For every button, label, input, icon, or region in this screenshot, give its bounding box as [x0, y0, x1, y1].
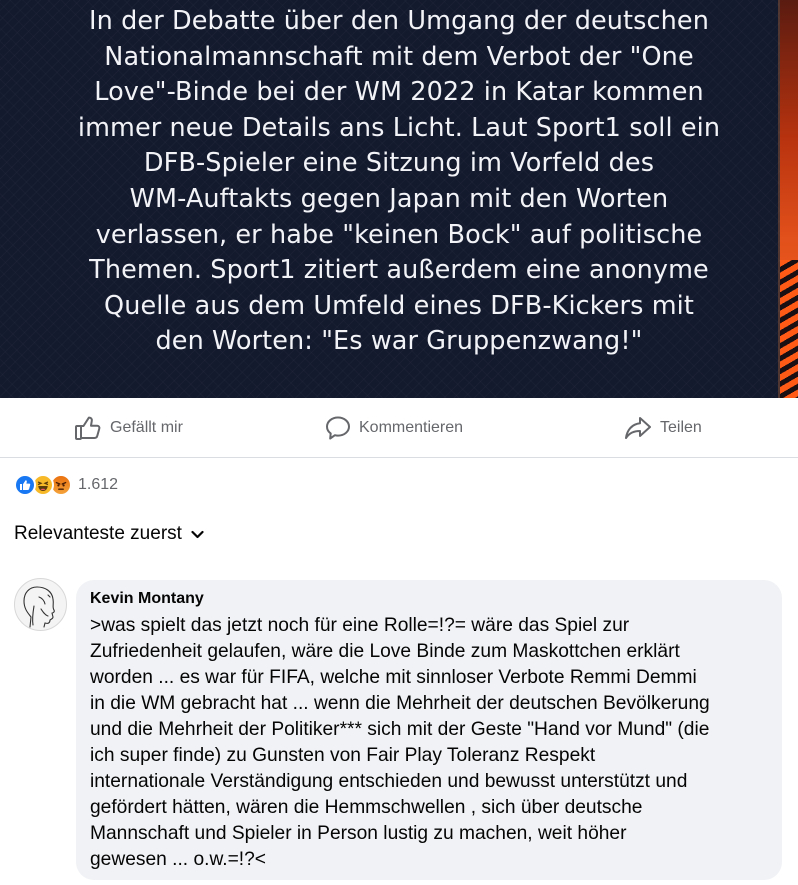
- post-image-text: In der Debatte über den Umgang der deuts…: [40, 4, 758, 360]
- comment-text-line: Mannschaft und Spieler in Person lustig …: [90, 823, 627, 844]
- chevron-down-icon: [191, 524, 204, 546]
- share-button[interactable]: Teilen: [624, 415, 702, 441]
- reactions-summary[interactable]: 1.612: [14, 473, 118, 497]
- like-label: Gefällt mir: [110, 419, 183, 436]
- comment-text-line: worden ... es war für FIFA, welche mit s…: [90, 667, 697, 688]
- share-label: Teilen: [660, 419, 702, 436]
- image-accent-stripes: [780, 260, 798, 398]
- comment-text-line: gewesen ... o.w.=!?<: [90, 849, 267, 870]
- speech-bubble-icon: [325, 415, 351, 441]
- like-button[interactable]: Gefällt mir: [74, 415, 183, 441]
- like-reaction-icon: [14, 474, 36, 496]
- post-text-line: Love"-Binde bei der WM 2022 in Katar kom…: [94, 77, 704, 108]
- post-text-line: den Worten: "Es war Gruppenzwang!": [155, 326, 643, 357]
- post-text-line: verlassen, er habe "keinen Bock" auf pol…: [95, 219, 703, 250]
- comment-bubble: Kevin Montany >was spielt das jetzt noch…: [76, 580, 782, 880]
- comment-author[interactable]: Kevin Montany: [90, 589, 768, 609]
- comment-label: Kommentieren: [359, 419, 464, 436]
- comment-text-line: ich super finde) zu Gunsten von Fair Pla…: [90, 745, 596, 766]
- share-arrow-icon: [624, 415, 652, 441]
- comment-text-line: internationale Verständigung entschieden…: [90, 771, 688, 792]
- post-action-bar: Gefällt mir Kommentieren Teilen: [0, 398, 798, 458]
- post-text-line: immer neue Details ans Licht. Laut Sport…: [77, 112, 721, 143]
- post-image[interactable]: In der Debatte über den Umgang der deuts…: [0, 0, 798, 398]
- image-accent-edge: [778, 0, 780, 398]
- comment-text: >was spielt das jetzt noch für eine Roll…: [90, 613, 774, 873]
- post-text-line: Quelle aus dem Umfeld eines DFB-Kickers …: [104, 290, 694, 321]
- comment-text-line: gefördert hätten, wären die Hemmschwelle…: [90, 797, 643, 818]
- reaction-count: 1.612: [78, 476, 119, 493]
- post-text-line: DFB-Spieler eine Sitzung im Vorfeld des: [143, 148, 655, 179]
- comment-sort-dropdown[interactable]: Relevanteste zuerst: [14, 522, 204, 546]
- comment-text-line: und die Mehrheit der Politiker*** sich m…: [90, 719, 710, 740]
- post-text-line: Nationalmannschaft mit dem Verbot der "O…: [104, 41, 694, 72]
- comment-text-line: >was spielt das jetzt noch für eine Roll…: [90, 615, 630, 636]
- comment-text-line: Zufriedenheit gelaufen, wäre die Love Bi…: [90, 641, 680, 662]
- sort-label: Relevanteste zuerst: [14, 523, 182, 544]
- comment-button[interactable]: Kommentieren: [325, 415, 463, 441]
- comment-text-line: in die WM gebracht hat ... wenn die Mehr…: [90, 693, 710, 714]
- post-text-line: WM-Auftakts gegen Japan mit den Worten: [129, 183, 669, 214]
- thumbs-up-icon: [74, 414, 102, 442]
- commenter-avatar[interactable]: [14, 578, 67, 631]
- post-text-line: In der Debatte über den Umgang der deuts…: [89, 6, 709, 36]
- post-text-line: Themen. Sport1 zitiert außerdem eine ano…: [89, 255, 709, 286]
